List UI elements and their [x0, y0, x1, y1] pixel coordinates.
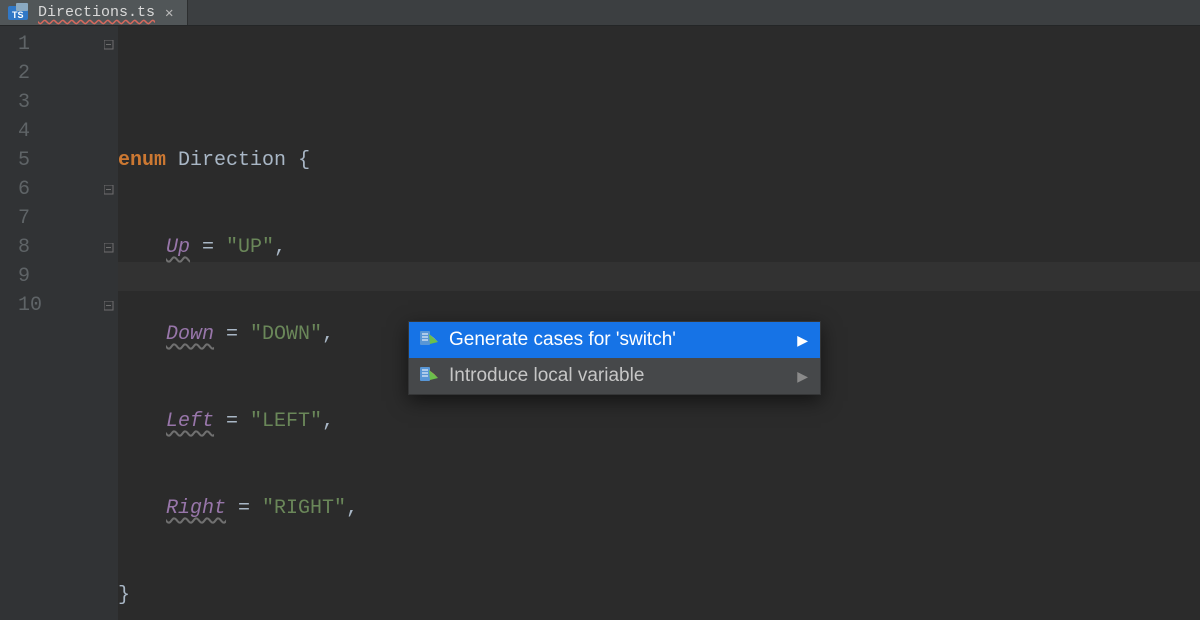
line-number: 1: [18, 30, 100, 59]
submenu-arrow-icon: ▶: [797, 332, 808, 349]
gutter: 1 2 3 4 5 6 7 8 9 10: [0, 26, 100, 620]
fold-column: [100, 26, 118, 620]
code-line[interactable]: Right = "RIGHT",: [118, 494, 1200, 523]
line-number: 7: [18, 204, 100, 233]
intention-bulb-icon: [419, 366, 439, 386]
editor-window: TS Directions.ts ✕ 1 2 3 4 5 6 7 8 9 10: [0, 0, 1200, 620]
line-number: 10: [18, 291, 100, 320]
tab-strip: TS Directions.ts ✕: [0, 0, 1200, 26]
submenu-arrow-icon: ▶: [797, 368, 808, 385]
caret-row-highlight: [118, 262, 1200, 291]
tab-close-icon[interactable]: ✕: [165, 6, 173, 20]
line-number: 4: [18, 117, 100, 146]
code-line[interactable]: Up = "UP",: [118, 233, 1200, 262]
tab-filename: Directions.ts: [38, 4, 155, 21]
line-number: 2: [18, 59, 100, 88]
intention-item-label: Generate cases for 'switch': [449, 329, 787, 351]
tab-directions-ts[interactable]: TS Directions.ts ✕: [0, 0, 188, 25]
fold-marker-open-icon[interactable]: [100, 30, 118, 59]
intention-item-label: Introduce local variable: [449, 365, 787, 387]
fold-marker-close-icon[interactable]: [100, 291, 118, 320]
code-line[interactable]: enum Direction {: [118, 146, 1200, 175]
code-line[interactable]: Left = "LEFT",: [118, 407, 1200, 436]
svg-text:TS: TS: [12, 10, 24, 20]
fold-marker-close-icon[interactable]: [100, 175, 118, 204]
line-number: 6: [18, 175, 100, 204]
intention-item-introduce-local-variable[interactable]: Introduce local variable ▶: [409, 358, 820, 394]
intention-actions-popup: Generate cases for 'switch' ▶ Introduce …: [408, 321, 821, 395]
intention-item-generate-switch-cases[interactable]: Generate cases for 'switch' ▶: [409, 322, 820, 358]
line-number: 3: [18, 88, 100, 117]
line-number: 9: [18, 262, 100, 291]
typescript-file-icon: TS: [8, 3, 28, 23]
intention-bulb-icon: [419, 330, 439, 350]
line-number: 8: [18, 233, 100, 262]
line-number: 5: [18, 146, 100, 175]
fold-marker-open-icon[interactable]: [100, 233, 118, 262]
code-line[interactable]: }: [118, 581, 1200, 610]
